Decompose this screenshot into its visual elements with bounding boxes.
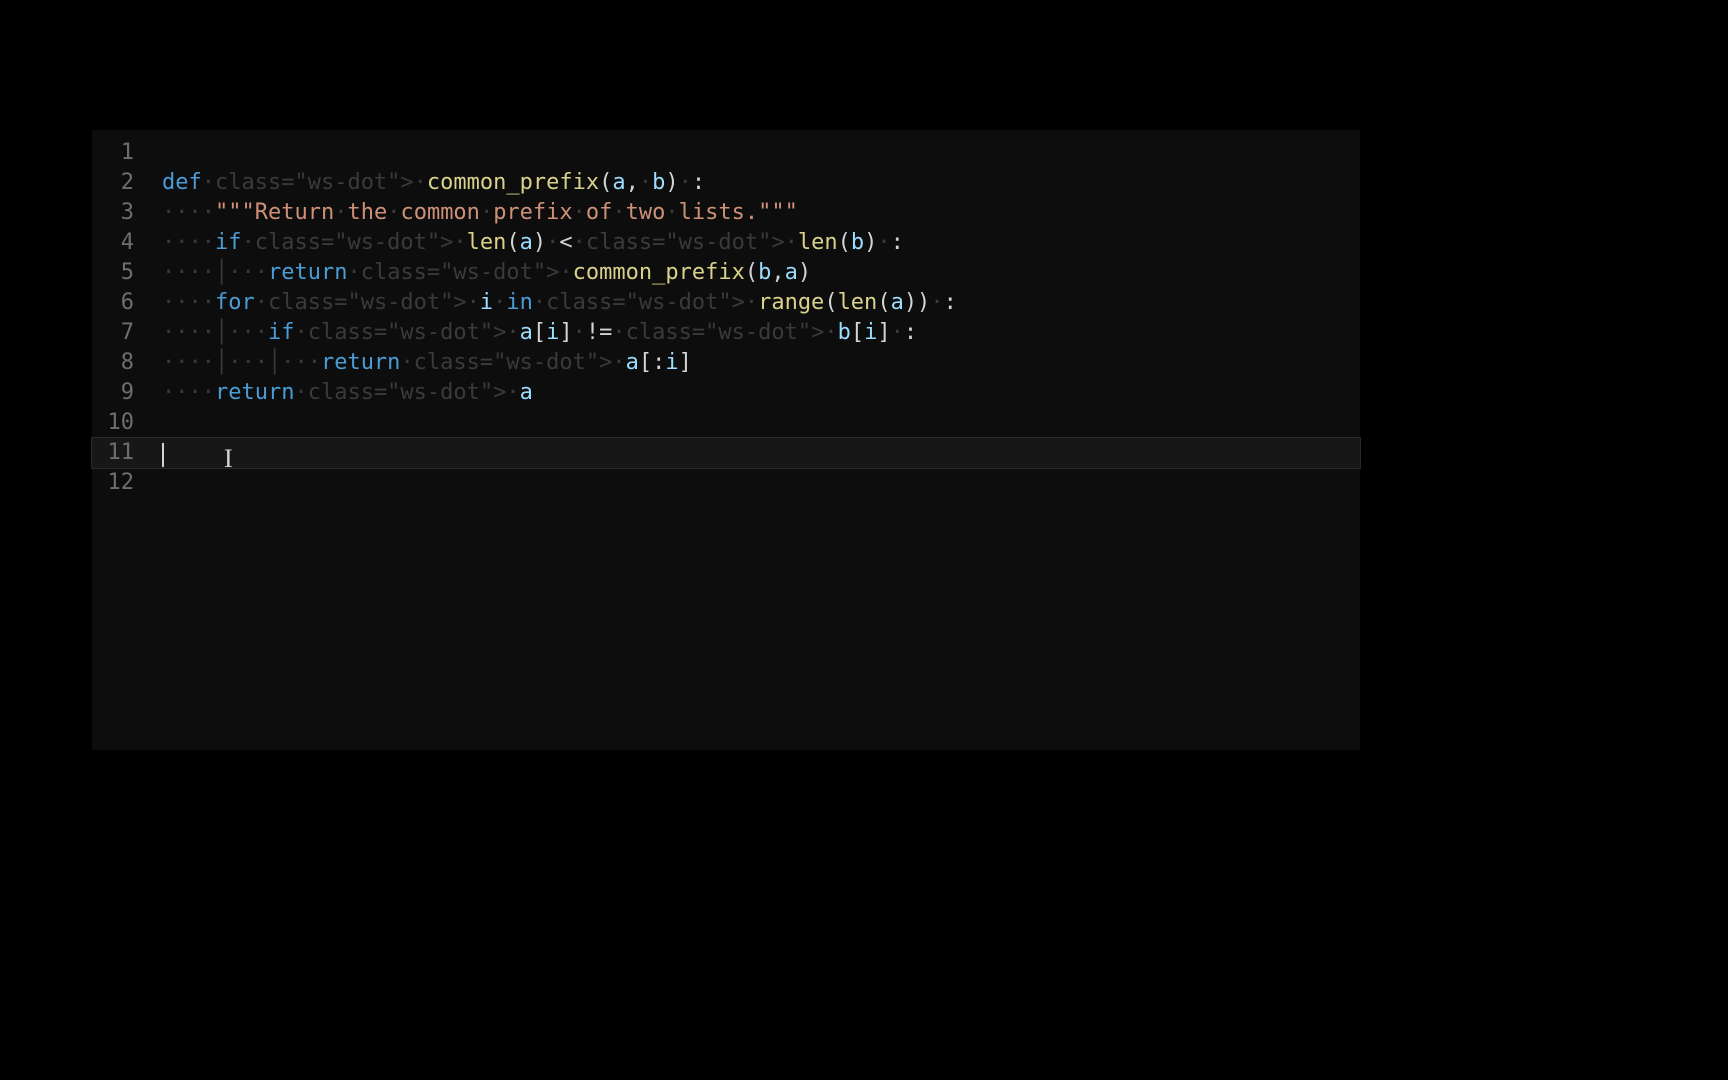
line-number: 5 [92,258,162,288]
line-number: 3 [92,198,162,228]
code-content[interactable]: def·class="ws-dot">·common_prefix(a,·b)·… [162,168,1360,198]
code-line[interactable]: 2def·class="ws-dot">·common_prefix(a,·b)… [92,168,1360,198]
line-number: 6 [92,288,162,318]
line-number: 8 [92,348,162,378]
code-line[interactable]: 6····for·class="ws-dot">·i·in·class="ws-… [92,288,1360,318]
code-content[interactable] [162,438,1360,468]
line-number: 7 [92,318,162,348]
code-line[interactable]: 12 [92,468,1360,498]
code-line[interactable]: 1 [92,138,1360,168]
code-content[interactable]: ····│···│···return·class="ws-dot">·a[:i] [162,348,1360,378]
line-number: 2 [92,168,162,198]
code-content[interactable]: ····│···return·class="ws-dot">·common_pr… [162,258,1360,288]
code-editor[interactable]: 12def·class="ws-dot">·common_prefix(a,·b… [92,130,1360,750]
code-line[interactable]: 11 [92,438,1360,468]
line-number: 11 [92,438,162,468]
code-content[interactable]: ····return·class="ws-dot">·a [162,378,1360,408]
code-content[interactable]: ····│···if·class="ws-dot">·a[i]·!=·class… [162,318,1360,348]
code-line[interactable]: 3····"""Return·the·common·prefix·of·two·… [92,198,1360,228]
code-content[interactable]: ····"""Return·the·common·prefix·of·two·l… [162,198,1360,228]
code-area[interactable]: 12def·class="ws-dot">·common_prefix(a,·b… [92,130,1360,498]
code-content[interactable]: ····if·class="ws-dot">·len(a)·<·class="w… [162,228,1360,258]
text-cursor [162,443,164,467]
code-line[interactable]: 5····│···return·class="ws-dot">·common_p… [92,258,1360,288]
code-line[interactable]: 4····if·class="ws-dot">·len(a)·<·class="… [92,228,1360,258]
line-number: 9 [92,378,162,408]
code-line[interactable]: 9····return·class="ws-dot">·a [92,378,1360,408]
code-line[interactable]: 8····│···│···return·class="ws-dot">·a[:i… [92,348,1360,378]
line-number: 12 [92,468,162,498]
line-number: 10 [92,408,162,438]
line-number: 4 [92,228,162,258]
line-number: 1 [92,138,162,168]
code-line[interactable]: 7····│···if·class="ws-dot">·a[i]·!=·clas… [92,318,1360,348]
code-line[interactable]: 10 [92,408,1360,438]
code-content[interactable]: ····for·class="ws-dot">·i·in·class="ws-d… [162,288,1360,318]
